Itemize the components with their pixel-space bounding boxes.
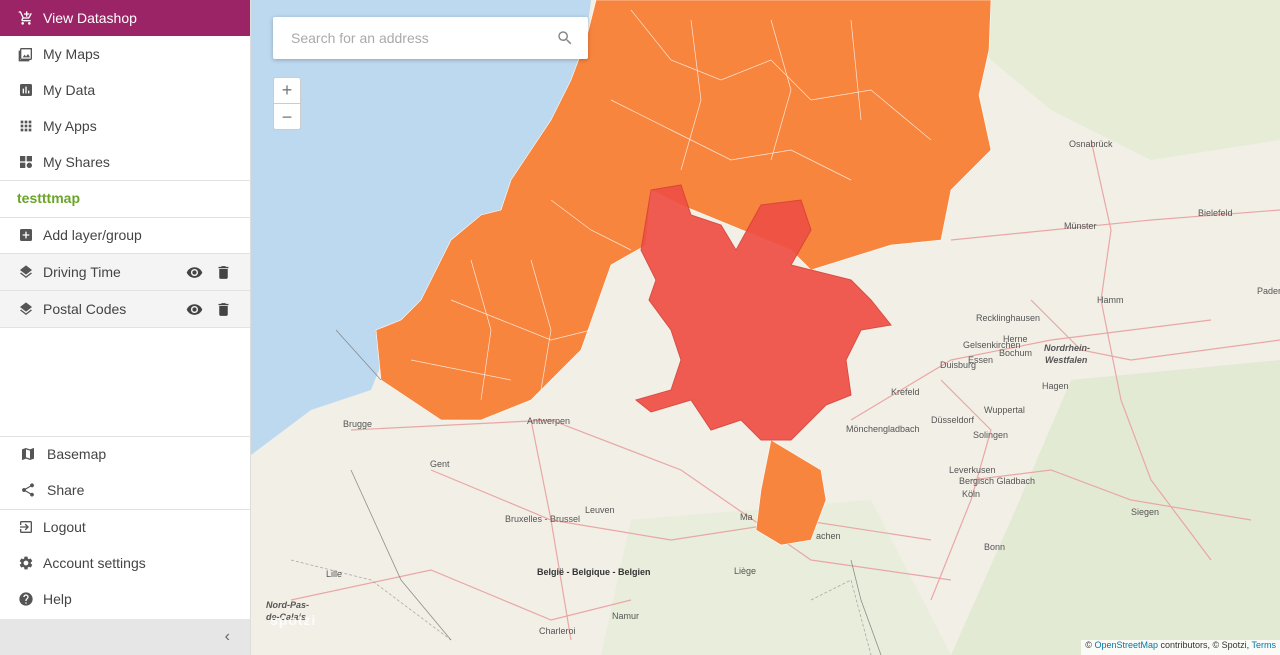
- osm-link[interactable]: OpenStreetMap: [1094, 640, 1158, 650]
- eye-icon[interactable]: [186, 301, 203, 318]
- logout-icon: [17, 518, 35, 536]
- city-label: Münster: [1064, 221, 1097, 231]
- share-icon: [19, 481, 37, 499]
- terms-link[interactable]: Terms: [1252, 640, 1277, 650]
- eye-icon[interactable]: [186, 264, 203, 281]
- account-settings-button[interactable]: Account settings: [0, 545, 250, 581]
- city-label: Bergisch Gladbach: [959, 476, 1036, 486]
- nav-my-data-label: My Data: [43, 82, 96, 98]
- map-image-icon: [17, 45, 35, 63]
- help-button[interactable]: Help: [0, 581, 250, 617]
- city-label: Antwerpen: [527, 416, 571, 426]
- sidebar-collapse-button[interactable]: ‹: [0, 619, 250, 655]
- search-icon[interactable]: [556, 29, 574, 47]
- logout-button[interactable]: Logout: [0, 509, 250, 545]
- nav-my-data[interactable]: My Data: [0, 72, 250, 108]
- logout-label: Logout: [43, 519, 86, 535]
- trash-icon[interactable]: [215, 301, 232, 318]
- account-settings-label: Account settings: [43, 555, 146, 571]
- address-search-box: [273, 17, 588, 59]
- city-label: Hagen: [1042, 381, 1069, 391]
- city-label: Bochum: [999, 348, 1033, 358]
- zoom-out-button[interactable]: −: [274, 104, 300, 130]
- city-label: Mönchengladbach: [846, 424, 920, 434]
- help-label: Help: [43, 591, 72, 607]
- gear-icon: [17, 554, 35, 572]
- city-label: achen: [816, 531, 841, 541]
- city-label: Düsseldorf: [931, 415, 975, 425]
- nav-my-apps-label: My Apps: [43, 118, 97, 134]
- basemap-button[interactable]: Basemap: [0, 436, 250, 472]
- city-label: Recklinghausen: [976, 313, 1041, 323]
- nav-my-maps[interactable]: My Maps: [0, 36, 250, 72]
- divider: [0, 180, 250, 181]
- divider: [0, 327, 250, 328]
- city-label: Leuven: [585, 505, 615, 515]
- map-title[interactable]: testttmap: [17, 190, 80, 206]
- layer-item-postal-codes[interactable]: Postal Codes: [0, 291, 250, 327]
- layers-icon: [17, 300, 35, 318]
- trash-icon[interactable]: [215, 264, 232, 281]
- help-icon: [17, 590, 35, 608]
- zoom-control: + −: [273, 77, 301, 130]
- city-label: Liège: [734, 566, 757, 576]
- zoom-in-button[interactable]: +: [274, 78, 300, 104]
- city-label: Krefeld: [891, 387, 920, 397]
- city-label: Bruxelles - Brussel: [505, 514, 581, 524]
- city-label: Charleroi: [539, 626, 576, 636]
- layer-label: Driving Time: [43, 264, 121, 280]
- region-label: Westfalen: [1045, 355, 1088, 365]
- city-label: Leverkusen: [949, 465, 996, 475]
- spotzi-watermark: spotzi: [270, 612, 317, 628]
- basemap-label: Basemap: [47, 446, 107, 462]
- share-label: Share: [47, 482, 85, 498]
- city-label: Wuppertal: [984, 405, 1025, 415]
- add-box-icon: [17, 226, 35, 244]
- city-label: Köln: [962, 489, 981, 499]
- address-search-input[interactable]: [273, 17, 533, 59]
- city-label: Osnabrück: [1069, 139, 1113, 149]
- map-attribution: © OpenStreetMap contributors, © Spotzi, …: [1081, 640, 1280, 655]
- map-canvas[interactable]: Osnabrück Bielefeld Münster Hamm Paderbo…: [251, 0, 1280, 655]
- share-map-icon: [17, 153, 35, 171]
- city-label: Bonn: [984, 542, 1006, 552]
- nav-my-shares[interactable]: My Shares: [0, 144, 250, 180]
- view-datashop-button[interactable]: View Datashop: [0, 0, 250, 36]
- layers-icon: [17, 263, 35, 281]
- city-label: Paderbo: [1257, 286, 1280, 296]
- city-label: Ma: [740, 512, 753, 522]
- country-label: België - Belgique - Belgien: [537, 567, 651, 577]
- share-button[interactable]: Share: [0, 472, 250, 508]
- city-label: Solingen: [973, 430, 1009, 440]
- nav-my-shares-label: My Shares: [43, 154, 110, 170]
- region-label: Nord-Pas-: [266, 600, 310, 610]
- city-label: Bielefeld: [1198, 208, 1233, 218]
- map-icon: [19, 445, 37, 463]
- basemap-tiles: [251, 0, 1280, 655]
- layer-label: Postal Codes: [43, 301, 127, 317]
- region-label: Nordrhein-: [1044, 343, 1090, 353]
- add-layer-label: Add layer/group: [43, 227, 142, 243]
- apps-grid-icon: [17, 117, 35, 135]
- city-label: Lille: [326, 569, 343, 579]
- attribution-middle: contributors, © Spotzi,: [1157, 640, 1252, 650]
- nav-my-apps[interactable]: My Apps: [0, 108, 250, 144]
- bar-chart-icon: [17, 81, 35, 99]
- city-label: Namur: [612, 611, 640, 621]
- nav-my-maps-label: My Maps: [43, 46, 100, 62]
- add-layer-button[interactable]: Add layer/group: [0, 217, 250, 253]
- city-label: Siegen: [1131, 507, 1160, 517]
- city-label: Gent: [430, 459, 450, 469]
- city-label: Brugge: [343, 419, 373, 429]
- sidebar: View Datashop My Maps My Data My Apps My…: [0, 0, 251, 655]
- cart-icon: [17, 9, 35, 27]
- view-datashop-label: View Datashop: [43, 10, 137, 26]
- layer-item-driving-time[interactable]: Driving Time: [0, 254, 250, 290]
- city-label: Duisburg: [940, 360, 977, 370]
- chevron-left-icon: ‹: [224, 628, 230, 645]
- city-label: Hamm: [1097, 295, 1124, 305]
